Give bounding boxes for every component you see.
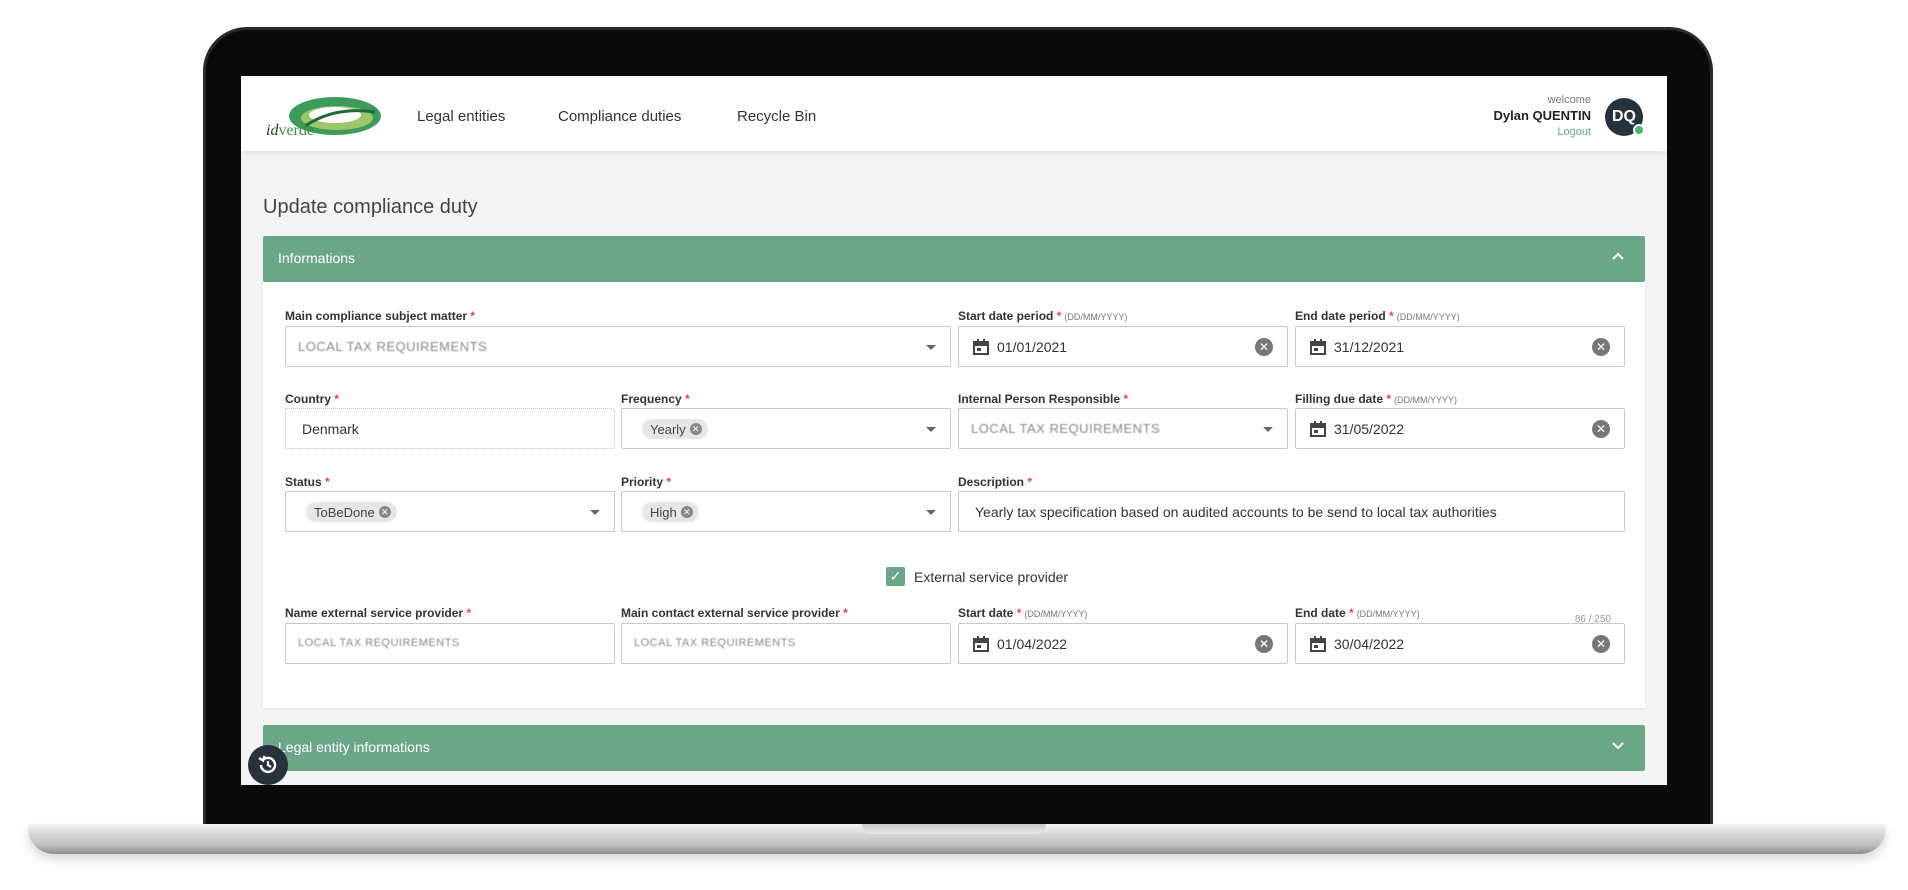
end-date-input[interactable]: 30/04/2022 ✕ xyxy=(1295,623,1625,664)
clear-icon[interactable]: ✕ xyxy=(1255,635,1273,653)
description-value: Yearly tax specification based on audite… xyxy=(975,504,1497,520)
external-provider-checkbox[interactable]: ✓ xyxy=(886,567,905,586)
legal-entity-panel-header[interactable]: Legal entity informations xyxy=(263,725,1645,771)
end-period-label: End date period * (DD/MM/YYYY) xyxy=(1295,309,1460,323)
dropdown-arrow-icon xyxy=(926,345,936,350)
informations-panel-header[interactable]: Informations xyxy=(263,236,1645,282)
chip-remove-icon[interactable]: ✕ xyxy=(689,423,702,435)
priority-label: Priority * xyxy=(621,475,672,489)
status-label: Status * xyxy=(285,475,330,489)
main-subject-label: Main compliance subject matter * xyxy=(285,309,476,323)
history-button[interactable] xyxy=(248,745,288,785)
status-select[interactable]: ToBeDone ✕ xyxy=(285,491,615,532)
calendar-icon[interactable] xyxy=(1310,636,1326,652)
main-contact-external-label: Main contact external service provider * xyxy=(621,606,848,620)
main-contact-external-input[interactable]: LOCAL TAX REQUIREMENTS xyxy=(621,623,951,664)
chevron-up-icon[interactable] xyxy=(1611,249,1625,263)
start-period-input[interactable]: 01/01/2021 ✕ xyxy=(958,326,1288,367)
chip-remove-icon[interactable]: ✕ xyxy=(680,506,693,518)
calendar-icon[interactable] xyxy=(973,339,989,355)
internal-person-value: LOCAL TAX REQUIREMENTS xyxy=(971,421,1161,436)
user-block: welcome Dylan QUENTIN Logout xyxy=(1493,94,1591,138)
end-date-label: End date * (DD/MM/YYYY) xyxy=(1295,606,1420,620)
chip-remove-icon[interactable]: ✕ xyxy=(378,506,391,518)
logout-link[interactable]: Logout xyxy=(1493,126,1591,138)
clear-icon[interactable]: ✕ xyxy=(1592,420,1610,438)
start-date-label: Start date * (DD/MM/YYYY) xyxy=(958,606,1088,620)
main-subject-value: LOCAL TAX REQUIREMENTS xyxy=(298,339,488,354)
calendar-icon[interactable] xyxy=(973,636,989,652)
name-external-value: LOCAL TAX REQUIREMENTS xyxy=(298,637,460,649)
filling-due-value: 31/05/2022 xyxy=(1334,421,1405,437)
calendar-icon[interactable] xyxy=(1310,421,1326,437)
internal-person-select[interactable]: LOCAL TAX REQUIREMENTS xyxy=(958,408,1288,449)
page-title: Update compliance duty xyxy=(263,196,478,218)
status-chip: ToBeDone ✕ xyxy=(306,502,397,522)
panel-title: Legal entity informations xyxy=(278,739,430,755)
start-period-value: 01/01/2021 xyxy=(997,339,1068,355)
online-status-dot xyxy=(1633,124,1645,136)
country-value: Denmark xyxy=(302,421,359,437)
country-label: Country * xyxy=(285,392,340,406)
dropdown-arrow-icon xyxy=(1263,427,1273,432)
filling-due-label: Filling due date * (DD/MM/YYYY) xyxy=(1295,392,1458,406)
end-period-input[interactable]: 31/12/2021 ✕ xyxy=(1295,326,1625,367)
laptop-notch xyxy=(862,824,1046,834)
end-date-value: 30/04/2022 xyxy=(1334,636,1405,652)
panel-title: Informations xyxy=(278,250,356,266)
logo-text: idverde xyxy=(266,122,314,139)
country-field: Denmark xyxy=(285,408,615,449)
clear-icon[interactable]: ✕ xyxy=(1592,338,1610,356)
description-label: Description * xyxy=(958,475,1033,489)
dropdown-arrow-icon xyxy=(926,427,936,432)
dropdown-arrow-icon xyxy=(926,510,936,515)
name-external-label: Name external service provider * xyxy=(285,606,472,620)
history-icon xyxy=(258,755,277,774)
app-screen: idverde Legal entities Compliance duties… xyxy=(241,76,1667,785)
start-date-input[interactable]: 01/04/2022 ✕ xyxy=(958,623,1288,664)
chevron-down-icon[interactable] xyxy=(1611,738,1625,752)
filling-due-input[interactable]: 31/05/2022 ✕ xyxy=(1295,408,1625,449)
welcome-text: welcome xyxy=(1547,94,1591,106)
top-header: idverde Legal entities Compliance duties… xyxy=(241,76,1667,151)
external-provider-label[interactable]: External service provider xyxy=(914,569,1068,585)
calendar-icon[interactable] xyxy=(1310,339,1326,355)
priority-select[interactable]: High ✕ xyxy=(621,491,951,532)
frequency-chip: Yearly ✕ xyxy=(642,419,708,439)
dropdown-arrow-icon xyxy=(590,510,600,515)
frequency-select[interactable]: Yearly ✕ xyxy=(621,408,951,449)
main-subject-select[interactable]: LOCAL TAX REQUIREMENTS xyxy=(285,326,951,367)
end-period-value: 31/12/2021 xyxy=(1334,339,1405,355)
clear-icon[interactable]: ✕ xyxy=(1255,338,1273,356)
name-external-input[interactable]: LOCAL TAX REQUIREMENTS xyxy=(285,623,615,664)
nav-legal-entities[interactable]: Legal entities xyxy=(417,108,505,125)
clear-icon[interactable]: ✕ xyxy=(1592,635,1610,653)
start-period-label: Start date period * (DD/MM/YYYY) xyxy=(958,309,1128,323)
main-contact-external-value: LOCAL TAX REQUIREMENTS xyxy=(634,637,796,649)
description-input[interactable]: Yearly tax specification based on audite… xyxy=(958,491,1625,532)
start-date-value: 01/04/2022 xyxy=(997,636,1068,652)
internal-person-label: Internal Person Responsible * xyxy=(958,392,1129,406)
nav-recycle-bin[interactable]: Recycle Bin xyxy=(737,108,816,125)
user-name: Dylan QUENTIN xyxy=(1493,108,1591,123)
frequency-label: Frequency * xyxy=(621,392,690,406)
nav-compliance-duties[interactable]: Compliance duties xyxy=(558,108,681,125)
priority-chip: High ✕ xyxy=(642,502,699,522)
